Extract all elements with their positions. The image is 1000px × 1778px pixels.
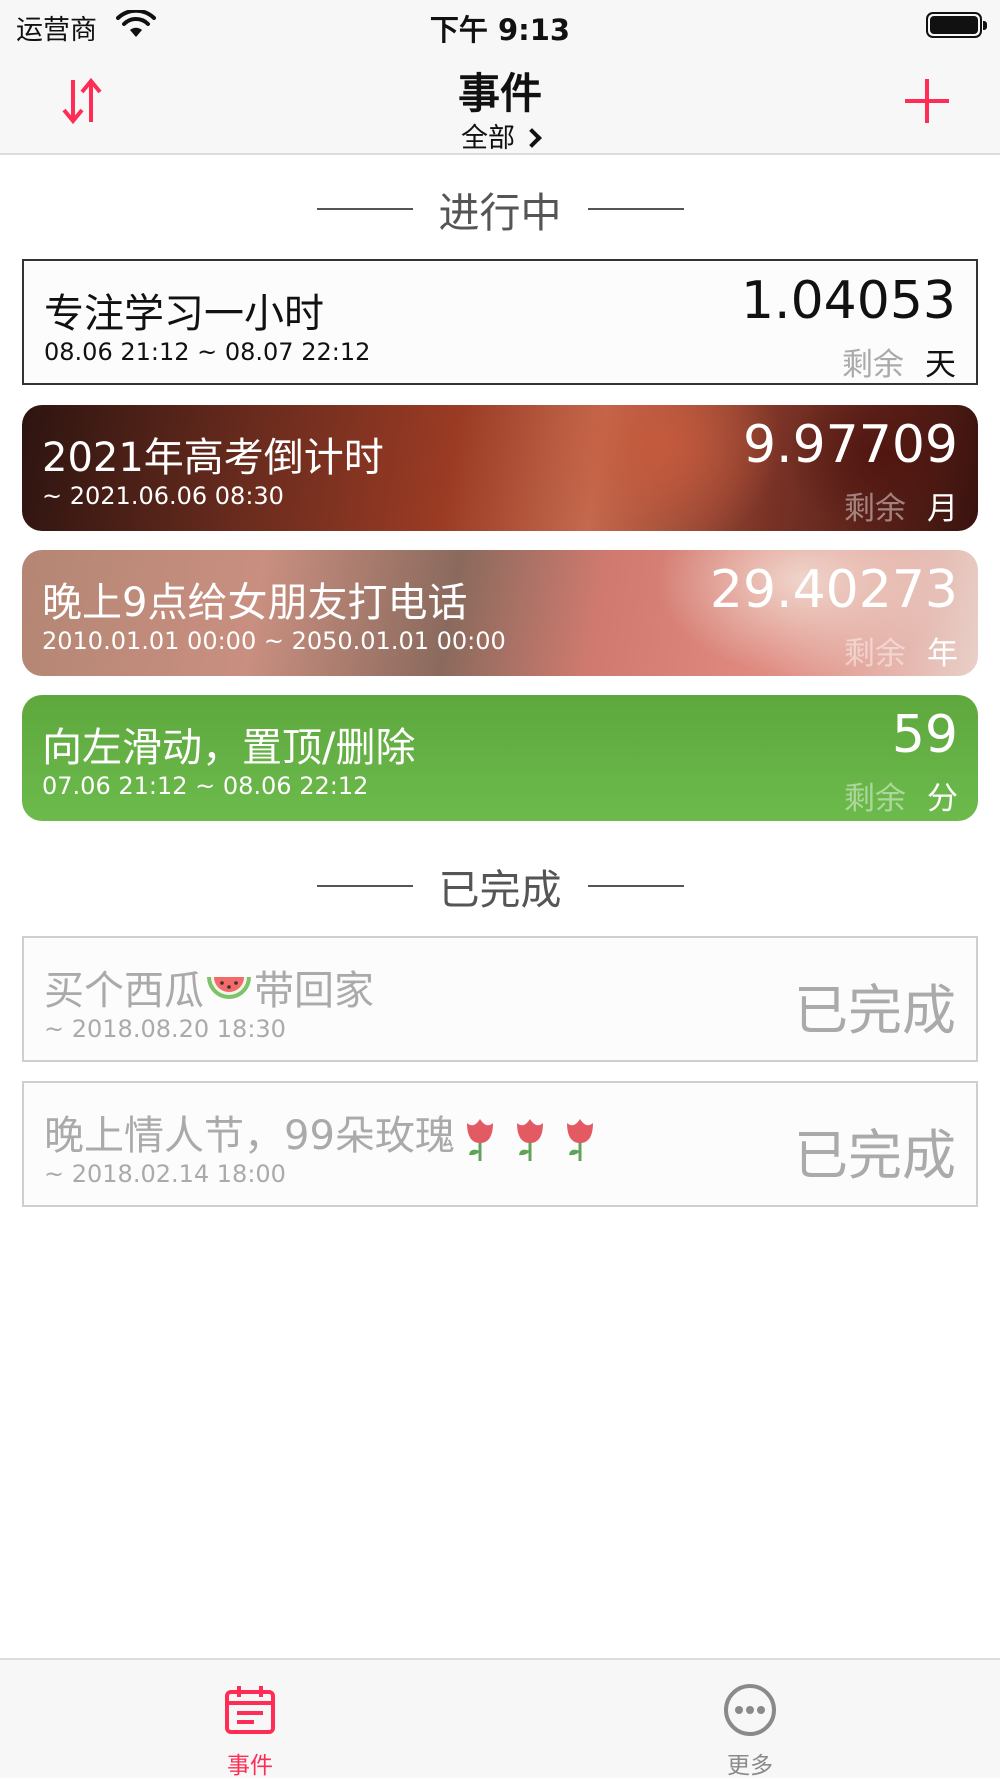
event-unit: 年 xyxy=(927,636,958,672)
plus-icon[interactable] xyxy=(902,76,952,126)
section-header-in-progress: 进行中 xyxy=(0,179,1000,239)
event-title: 买个西瓜 带回家 xyxy=(44,968,374,1014)
chevron-right-icon xyxy=(522,128,542,148)
event-remaining-value: 59 xyxy=(891,705,958,765)
event-remaining-value: 1.04053 xyxy=(740,271,956,331)
completed-event-card[interactable]: 买个西瓜 带回家 ~ 2018.08.20 18:30 已完成 xyxy=(22,936,978,1062)
event-title: 专注学习一小时 xyxy=(44,291,324,337)
event-unit: 分 xyxy=(927,781,958,817)
event-card[interactable]: 2021年高考倒计时 ~ 2021.06.06 08:30 9.97709 剩余… xyxy=(22,405,978,531)
remaining-label: 剩余 xyxy=(844,636,906,672)
event-time: ~ 2021.06.06 08:30 xyxy=(42,482,284,510)
section-header-completed: 已完成 xyxy=(0,856,1000,916)
event-title: 向左滑动，置顶/删除 xyxy=(42,725,416,771)
completed-status: 已完成 xyxy=(794,979,956,1042)
calendar-icon xyxy=(225,1686,275,1734)
tab-label: 更多 xyxy=(727,1753,773,1778)
event-title: 晚上情人节，99朵玫瑰 xyxy=(44,1103,605,1163)
event-time: ~ 2018.08.20 18:30 xyxy=(44,1015,286,1043)
event-unit: 月 xyxy=(927,491,958,527)
remaining-label: 剩余 xyxy=(844,491,906,527)
remaining-label: 剩余 xyxy=(844,781,906,817)
page-title: 事件 xyxy=(457,69,542,118)
event-title: 晚上9点给女朋友打电话 xyxy=(42,580,468,626)
event-time: 08.06 21:12 ~ 08.07 22:12 xyxy=(44,338,371,366)
section-title: 已完成 xyxy=(438,866,562,914)
event-card[interactable]: 向左滑动，置顶/删除 07.06 21:12 ~ 08.06 22:12 59 … xyxy=(22,695,978,821)
tab-events[interactable]: 事件 xyxy=(0,1660,500,1778)
event-remaining-value: 9.97709 xyxy=(742,415,958,475)
battery-icon xyxy=(926,12,987,38)
section-title: 进行中 xyxy=(438,189,562,237)
event-card[interactable]: 专注学习一小时 08.06 21:12 ~ 08.07 22:12 1.0405… xyxy=(22,259,978,385)
event-unit: 天 xyxy=(925,347,956,383)
event-time: 07.06 21:12 ~ 08.06 22:12 xyxy=(42,772,369,800)
tab-more[interactable]: 更多 xyxy=(500,1660,1000,1778)
rose-emoji-icon xyxy=(566,1119,593,1161)
status-time: 下午 9:13 xyxy=(429,13,571,47)
tab-label: 事件 xyxy=(227,1753,273,1778)
tab-bar: 事件 更多 xyxy=(0,1658,1000,1778)
event-time: ~ 2018.02.14 18:00 xyxy=(44,1160,286,1188)
filter-label: 全部 xyxy=(461,123,515,154)
ellipsis-circle-icon xyxy=(724,1684,776,1736)
rose-emoji-icon xyxy=(516,1119,543,1161)
event-title: 2021年高考倒计时 xyxy=(42,435,384,481)
status-bar: 运营商 下午 9:13 xyxy=(0,0,1000,50)
navigation-bar: 事件 全部 xyxy=(0,50,1000,155)
completed-status: 已完成 xyxy=(794,1124,956,1187)
completed-event-card[interactable]: 晚上情人节，99朵玫瑰 ~ 2018.02.14 18:00 已完成 xyxy=(22,1081,978,1207)
remaining-label: 剩余 xyxy=(842,347,904,383)
event-remaining-value: 29.40273 xyxy=(709,560,958,620)
filter-selector[interactable]: 全部 xyxy=(0,116,1000,155)
watermelon-emoji-icon xyxy=(207,977,251,999)
event-time: 2010.01.01 00:00 ~ 2050.01.01 00:00 xyxy=(42,627,506,655)
event-card[interactable]: 晚上9点给女朋友打电话 2010.01.01 00:00 ~ 2050.01.0… xyxy=(22,550,978,676)
rose-emoji-icon xyxy=(466,1119,493,1161)
